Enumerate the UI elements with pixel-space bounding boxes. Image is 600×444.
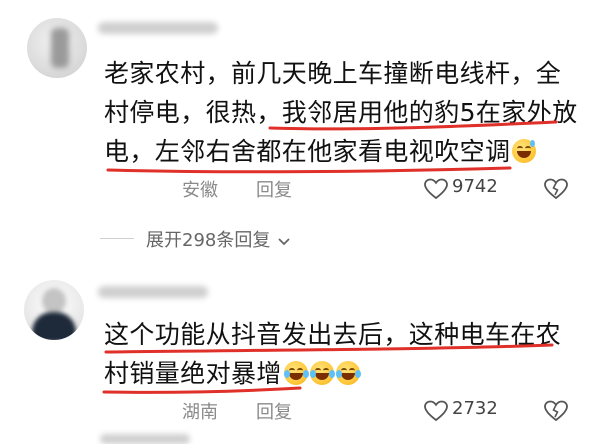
comment-location: 湖南 bbox=[182, 402, 218, 423]
reply-button[interactable]: 回复 bbox=[256, 398, 292, 424]
like-count: 2732 bbox=[452, 398, 498, 419]
next-item-cutoff bbox=[100, 434, 190, 444]
red-underline-annotation-2 bbox=[102, 343, 554, 394]
heart-icon[interactable] bbox=[424, 400, 448, 422]
dislike-icon[interactable] bbox=[544, 400, 568, 422]
